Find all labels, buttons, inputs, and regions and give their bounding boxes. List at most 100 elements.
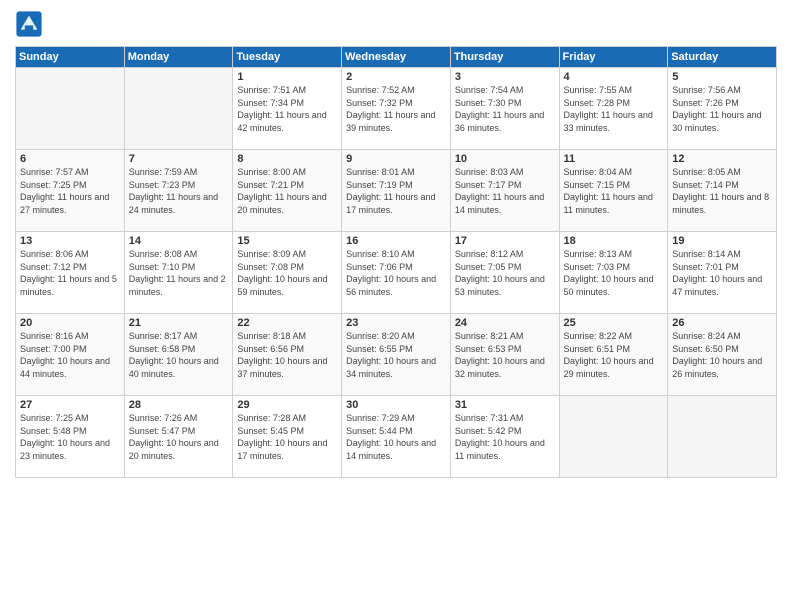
calendar-container: SundayMondayTuesdayWednesdayThursdayFrid…: [0, 0, 792, 612]
calendar-cell: 26Sunrise: 8:24 AMSunset: 6:50 PMDayligh…: [668, 314, 777, 396]
day-info: Sunrise: 8:21 AMSunset: 6:53 PMDaylight:…: [455, 330, 555, 380]
calendar-cell: 24Sunrise: 8:21 AMSunset: 6:53 PMDayligh…: [450, 314, 559, 396]
calendar-cell: [559, 396, 668, 478]
day-info: Sunrise: 7:54 AMSunset: 7:30 PMDaylight:…: [455, 84, 555, 134]
logo-icon: [15, 10, 43, 38]
page-header: [15, 10, 777, 38]
calendar-cell: 25Sunrise: 8:22 AMSunset: 6:51 PMDayligh…: [559, 314, 668, 396]
day-info: Sunrise: 8:09 AMSunset: 7:08 PMDaylight:…: [237, 248, 337, 298]
calendar-cell: [124, 68, 233, 150]
calendar-cell: 17Sunrise: 8:12 AMSunset: 7:05 PMDayligh…: [450, 232, 559, 314]
calendar-cell: 27Sunrise: 7:25 AMSunset: 5:48 PMDayligh…: [16, 396, 125, 478]
day-info: Sunrise: 8:00 AMSunset: 7:21 PMDaylight:…: [237, 166, 337, 216]
calendar-cell: 13Sunrise: 8:06 AMSunset: 7:12 PMDayligh…: [16, 232, 125, 314]
day-info: Sunrise: 7:29 AMSunset: 5:44 PMDaylight:…: [346, 412, 446, 462]
calendar-cell: 1Sunrise: 7:51 AMSunset: 7:34 PMDaylight…: [233, 68, 342, 150]
day-number: 10: [455, 153, 555, 165]
day-info: Sunrise: 7:26 AMSunset: 5:47 PMDaylight:…: [129, 412, 229, 462]
calendar-week-4: 20Sunrise: 8:16 AMSunset: 7:00 PMDayligh…: [16, 314, 777, 396]
day-number: 18: [564, 235, 664, 247]
calendar-cell: 2Sunrise: 7:52 AMSunset: 7:32 PMDaylight…: [342, 68, 451, 150]
calendar-cell: 18Sunrise: 8:13 AMSunset: 7:03 PMDayligh…: [559, 232, 668, 314]
day-number: 13: [20, 235, 120, 247]
day-number: 21: [129, 317, 229, 329]
calendar-cell: 5Sunrise: 7:56 AMSunset: 7:26 PMDaylight…: [668, 68, 777, 150]
day-number: 26: [672, 317, 772, 329]
calendar-cell: 20Sunrise: 8:16 AMSunset: 7:00 PMDayligh…: [16, 314, 125, 396]
day-number: 14: [129, 235, 229, 247]
day-info: Sunrise: 8:18 AMSunset: 6:56 PMDaylight:…: [237, 330, 337, 380]
day-number: 5: [672, 71, 772, 83]
day-number: 27: [20, 399, 120, 411]
calendar-cell: 6Sunrise: 7:57 AMSunset: 7:25 PMDaylight…: [16, 150, 125, 232]
calendar-week-1: 1Sunrise: 7:51 AMSunset: 7:34 PMDaylight…: [16, 68, 777, 150]
day-number: 30: [346, 399, 446, 411]
day-number: 23: [346, 317, 446, 329]
calendar-cell: 9Sunrise: 8:01 AMSunset: 7:19 PMDaylight…: [342, 150, 451, 232]
day-info: Sunrise: 8:06 AMSunset: 7:12 PMDaylight:…: [20, 248, 120, 298]
calendar-cell: 8Sunrise: 8:00 AMSunset: 7:21 PMDaylight…: [233, 150, 342, 232]
logo: [15, 10, 47, 38]
day-number: 17: [455, 235, 555, 247]
day-info: Sunrise: 8:10 AMSunset: 7:06 PMDaylight:…: [346, 248, 446, 298]
day-number: 3: [455, 71, 555, 83]
calendar-cell: 15Sunrise: 8:09 AMSunset: 7:08 PMDayligh…: [233, 232, 342, 314]
day-number: 11: [564, 153, 664, 165]
day-number: 22: [237, 317, 337, 329]
calendar-week-3: 13Sunrise: 8:06 AMSunset: 7:12 PMDayligh…: [16, 232, 777, 314]
day-info: Sunrise: 8:17 AMSunset: 6:58 PMDaylight:…: [129, 330, 229, 380]
day-number: 20: [20, 317, 120, 329]
calendar-cell: [16, 68, 125, 150]
day-number: 8: [237, 153, 337, 165]
weekday-header-wednesday: Wednesday: [342, 47, 451, 68]
day-info: Sunrise: 7:25 AMSunset: 5:48 PMDaylight:…: [20, 412, 120, 462]
calendar-table: SundayMondayTuesdayWednesdayThursdayFrid…: [15, 46, 777, 478]
day-number: 31: [455, 399, 555, 411]
day-info: Sunrise: 7:57 AMSunset: 7:25 PMDaylight:…: [20, 166, 120, 216]
day-number: 6: [20, 153, 120, 165]
day-info: Sunrise: 7:55 AMSunset: 7:28 PMDaylight:…: [564, 84, 664, 134]
day-number: 28: [129, 399, 229, 411]
day-info: Sunrise: 8:16 AMSunset: 7:00 PMDaylight:…: [20, 330, 120, 380]
day-info: Sunrise: 8:04 AMSunset: 7:15 PMDaylight:…: [564, 166, 664, 216]
day-info: Sunrise: 8:14 AMSunset: 7:01 PMDaylight:…: [672, 248, 772, 298]
day-number: 12: [672, 153, 772, 165]
weekday-header-friday: Friday: [559, 47, 668, 68]
weekday-header-sunday: Sunday: [16, 47, 125, 68]
day-number: 2: [346, 71, 446, 83]
day-info: Sunrise: 8:03 AMSunset: 7:17 PMDaylight:…: [455, 166, 555, 216]
calendar-cell: 21Sunrise: 8:17 AMSunset: 6:58 PMDayligh…: [124, 314, 233, 396]
day-number: 15: [237, 235, 337, 247]
calendar-cell: 14Sunrise: 8:08 AMSunset: 7:10 PMDayligh…: [124, 232, 233, 314]
calendar-cell: 11Sunrise: 8:04 AMSunset: 7:15 PMDayligh…: [559, 150, 668, 232]
weekday-header-saturday: Saturday: [668, 47, 777, 68]
calendar-cell: 28Sunrise: 7:26 AMSunset: 5:47 PMDayligh…: [124, 396, 233, 478]
day-number: 9: [346, 153, 446, 165]
calendar-cell: 12Sunrise: 8:05 AMSunset: 7:14 PMDayligh…: [668, 150, 777, 232]
day-number: 19: [672, 235, 772, 247]
calendar-cell: 3Sunrise: 7:54 AMSunset: 7:30 PMDaylight…: [450, 68, 559, 150]
day-number: 29: [237, 399, 337, 411]
day-number: 25: [564, 317, 664, 329]
day-info: Sunrise: 8:13 AMSunset: 7:03 PMDaylight:…: [564, 248, 664, 298]
calendar-cell: 16Sunrise: 8:10 AMSunset: 7:06 PMDayligh…: [342, 232, 451, 314]
calendar-cell: 30Sunrise: 7:29 AMSunset: 5:44 PMDayligh…: [342, 396, 451, 478]
day-number: 16: [346, 235, 446, 247]
day-info: Sunrise: 7:31 AMSunset: 5:42 PMDaylight:…: [455, 412, 555, 462]
calendar-week-2: 6Sunrise: 7:57 AMSunset: 7:25 PMDaylight…: [16, 150, 777, 232]
day-info: Sunrise: 8:08 AMSunset: 7:10 PMDaylight:…: [129, 248, 229, 298]
calendar-cell: 22Sunrise: 8:18 AMSunset: 6:56 PMDayligh…: [233, 314, 342, 396]
calendar-cell: [668, 396, 777, 478]
day-info: Sunrise: 8:01 AMSunset: 7:19 PMDaylight:…: [346, 166, 446, 216]
calendar-cell: 23Sunrise: 8:20 AMSunset: 6:55 PMDayligh…: [342, 314, 451, 396]
calendar-week-5: 27Sunrise: 7:25 AMSunset: 5:48 PMDayligh…: [16, 396, 777, 478]
day-info: Sunrise: 8:12 AMSunset: 7:05 PMDaylight:…: [455, 248, 555, 298]
calendar-cell: 19Sunrise: 8:14 AMSunset: 7:01 PMDayligh…: [668, 232, 777, 314]
day-info: Sunrise: 7:52 AMSunset: 7:32 PMDaylight:…: [346, 84, 446, 134]
day-info: Sunrise: 7:56 AMSunset: 7:26 PMDaylight:…: [672, 84, 772, 134]
calendar-cell: 7Sunrise: 7:59 AMSunset: 7:23 PMDaylight…: [124, 150, 233, 232]
day-info: Sunrise: 8:24 AMSunset: 6:50 PMDaylight:…: [672, 330, 772, 380]
calendar-cell: 10Sunrise: 8:03 AMSunset: 7:17 PMDayligh…: [450, 150, 559, 232]
day-number: 1: [237, 71, 337, 83]
day-number: 24: [455, 317, 555, 329]
